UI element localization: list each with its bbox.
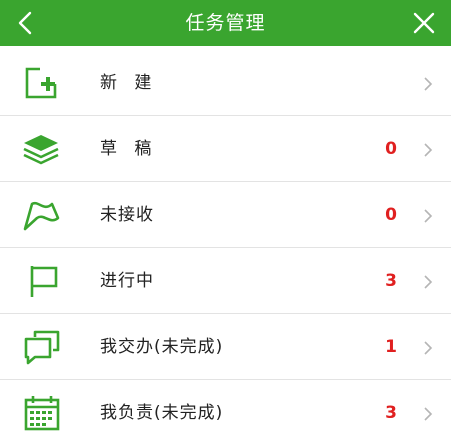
- menu-item-label: 新 建: [100, 73, 158, 93]
- menu-item-label: 草 稿: [100, 139, 158, 159]
- menu-item-in-progress[interactable]: 进行中 3: [0, 248, 451, 314]
- page-title: 任务管理: [185, 12, 266, 34]
- chevron-right-icon: [424, 407, 433, 421]
- menu-item-responsible[interactable]: 我负责(未完成) 3: [0, 380, 451, 445]
- chevron-right-icon: [424, 341, 433, 355]
- top-bar: 任务管理: [0, 0, 451, 46]
- add-task-icon: [25, 67, 57, 99]
- menu-item-assigned-by-me[interactable]: 我交办(未完成) 1: [0, 314, 451, 380]
- chevron-right-icon: [424, 143, 433, 157]
- close-icon[interactable]: [411, 10, 437, 36]
- menu-item-count: 3: [385, 403, 397, 423]
- menu-item-label: 我交办(未完成): [100, 337, 224, 357]
- chevron-right-icon: [424, 77, 433, 91]
- calendar-icon: [24, 396, 60, 431]
- chat-bubbles-icon: [24, 330, 60, 365]
- menu-item-count: 3: [385, 271, 397, 291]
- menu-item-count: 1: [385, 337, 397, 357]
- menu-item-label: 进行中: [100, 271, 154, 291]
- layers-icon: [23, 135, 59, 165]
- menu-item-count: 0: [385, 139, 397, 159]
- menu-item-count: 0: [385, 205, 397, 225]
- menu-item-draft[interactable]: 草 稿 0: [0, 116, 451, 182]
- flag-icon: [30, 266, 58, 297]
- chevron-right-icon: [424, 209, 433, 223]
- task-management-screen: 任务管理 新 建 草 稿 0 未接收 0 进行中 3 我交办(未完成) 1 我负…: [0, 0, 451, 445]
- chevron-right-icon: [424, 275, 433, 289]
- task-menu-list: 新 建 草 稿 0 未接收 0 进行中 3 我交办(未完成) 1 我负责(未完成…: [0, 50, 451, 445]
- flag-outline-icon: [23, 201, 60, 231]
- menu-item-new[interactable]: 新 建: [0, 50, 451, 116]
- menu-item-unreceived[interactable]: 未接收 0: [0, 182, 451, 248]
- menu-item-label: 未接收: [100, 205, 154, 225]
- menu-item-label: 我负责(未完成): [100, 403, 224, 423]
